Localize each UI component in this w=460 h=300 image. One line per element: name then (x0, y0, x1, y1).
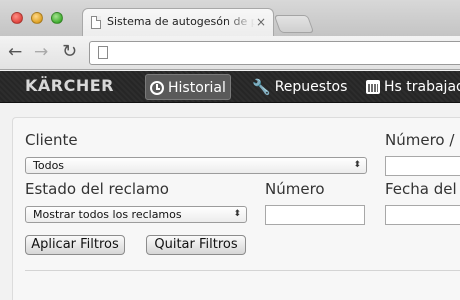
divider (25, 270, 460, 271)
select-arrows-icon: ⬍ (353, 160, 361, 170)
minimize-window-button[interactable] (31, 12, 43, 24)
select-arrows-icon: ⬍ (233, 209, 241, 219)
close-window-button[interactable] (11, 12, 23, 24)
page-icon (91, 16, 101, 29)
browser-tab-strip: Sistema de autogesón de p × (0, 0, 460, 36)
page-icon (98, 46, 108, 59)
back-arrow-icon[interactable]: ← (8, 42, 22, 62)
new-tab-button[interactable] (273, 15, 315, 33)
apply-filters-button[interactable]: Aplicar Filtros (25, 235, 125, 255)
cliente-select[interactable]: Todos ⬍ (25, 157, 367, 174)
browser-toolbar: ← → ↻ (0, 36, 460, 70)
wrench-icon: 🔧 (252, 78, 271, 96)
forward-arrow-icon[interactable]: → (34, 42, 48, 62)
calendar-icon (366, 80, 380, 94)
cliente-select-value: Todos (33, 159, 65, 172)
address-bar[interactable] (89, 41, 460, 65)
numero-label: Número (265, 180, 325, 198)
numero-input[interactable] (265, 205, 365, 225)
clear-filters-button[interactable]: Quitar Filtros (146, 235, 246, 255)
reload-icon[interactable]: ↻ (62, 42, 77, 62)
numero-cliente-input[interactable] (385, 156, 460, 176)
fecha-input[interactable] (385, 205, 460, 225)
tab-close-icon[interactable]: × (256, 14, 266, 30)
fecha-label: Fecha del (385, 180, 457, 198)
cliente-label: Cliente (25, 131, 78, 149)
numero-cliente-label: Número / (385, 131, 455, 149)
zoom-window-button[interactable] (51, 12, 63, 24)
menu-item-label: Repuestos (274, 79, 348, 95)
tab-title: Sistema de autogesón de p (107, 15, 255, 28)
menu-item-historial[interactable]: Historial (145, 74, 231, 100)
estado-select-value: Mostrar todos los reclamos (33, 208, 182, 221)
karcher-logo[interactable]: KÄRCHER (25, 76, 114, 95)
estado-select[interactable]: Mostrar todos los reclamos ⬍ (25, 206, 247, 223)
browser-tab[interactable]: Sistema de autogesón de p × (82, 8, 274, 36)
app-header: KÄRCHER Historial 🔧 Repuestos Hs trabajad (0, 71, 460, 103)
clock-icon (150, 81, 164, 95)
menu-item-repuestos[interactable]: 🔧 Repuestos (252, 74, 347, 100)
estado-label: Estado del reclamo (25, 180, 169, 198)
menu-item-label: Historial (168, 80, 226, 96)
menu-item-label: Hs trabajad (384, 79, 460, 95)
menu-item-hs-trabajadas[interactable]: Hs trabajad (366, 74, 460, 100)
